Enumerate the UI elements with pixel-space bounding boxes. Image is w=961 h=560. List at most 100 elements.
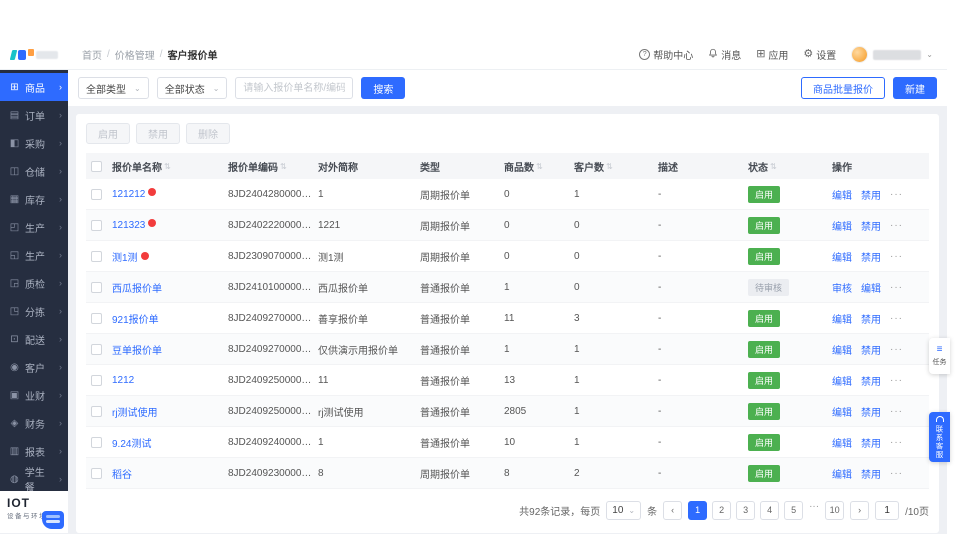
sidebar-item-business-finance[interactable]: ▣ 业财 › bbox=[0, 381, 68, 409]
page-button-3[interactable]: 3 bbox=[736, 500, 756, 520]
sort-icon[interactable]: ⇅ bbox=[770, 162, 777, 171]
create-button[interactable]: 新建 bbox=[893, 77, 937, 99]
edit-action-link[interactable]: 编辑 bbox=[832, 218, 852, 233]
sidebar-item-goods[interactable]: ⊞ 商品 › bbox=[0, 73, 68, 101]
disable-button[interactable]: 禁用 bbox=[136, 123, 180, 144]
more-actions-icon[interactable]: ··· bbox=[890, 313, 903, 324]
more-actions-icon[interactable]: ··· bbox=[890, 375, 903, 386]
page-button-2[interactable]: 2 bbox=[712, 500, 732, 520]
more-actions-icon[interactable]: ··· bbox=[890, 282, 903, 293]
row-checkbox[interactable] bbox=[90, 436, 102, 448]
row-checkbox[interactable] bbox=[90, 219, 102, 231]
row-checkbox[interactable] bbox=[90, 343, 102, 355]
sidebar-item-orders[interactable]: ▤ 订单 › bbox=[0, 101, 68, 129]
edit-action-link[interactable]: 编辑 bbox=[832, 342, 852, 357]
disable-action-link[interactable]: 禁用 bbox=[861, 373, 881, 388]
sort-icon[interactable]: ⇅ bbox=[536, 162, 543, 171]
more-actions-icon[interactable]: ··· bbox=[890, 344, 903, 355]
messages-link[interactable]: 消息 bbox=[708, 47, 741, 62]
column-header[interactable]: 操作 bbox=[832, 159, 852, 174]
row-checkbox[interactable] bbox=[90, 405, 102, 417]
column-header[interactable]: 客户数 bbox=[574, 159, 604, 174]
edit-action-link[interactable]: 编辑 bbox=[832, 466, 852, 481]
row-checkbox[interactable] bbox=[90, 467, 102, 479]
sidebar-item-inventory[interactable]: ▦ 库存 › bbox=[0, 185, 68, 213]
sort-icon[interactable]: ⇅ bbox=[606, 162, 613, 171]
status-filter-select[interactable]: 全部状态 ⌄ bbox=[156, 77, 228, 99]
sidebar-item-production[interactable]: ◰ 生产 › bbox=[0, 213, 68, 241]
contact-service-float-button[interactable]: 联系客服 bbox=[929, 412, 950, 462]
row-checkbox[interactable] bbox=[90, 281, 102, 293]
sidebar-item-delivery[interactable]: ⊡ 配送 › bbox=[0, 325, 68, 353]
edit-action-link[interactable]: 编辑 bbox=[832, 373, 852, 388]
quotation-name-link[interactable]: 西瓜报价单 bbox=[112, 284, 162, 295]
more-actions-icon[interactable]: ··· bbox=[890, 468, 903, 479]
disable-action-link[interactable]: 禁用 bbox=[861, 466, 881, 481]
quotation-name-link[interactable]: 1212 bbox=[112, 375, 134, 386]
more-actions-icon[interactable]: ··· bbox=[890, 220, 903, 231]
breadcrumb-section[interactable]: 价格管理 bbox=[115, 47, 155, 62]
disable-action-link[interactable]: 禁用 bbox=[861, 435, 881, 450]
more-actions-icon[interactable]: ··· bbox=[890, 251, 903, 262]
sidebar-item-sorting[interactable]: ◳ 分拣 › bbox=[0, 297, 68, 325]
user-menu[interactable]: ⌄ bbox=[851, 46, 933, 63]
quotation-name-link[interactable]: 121323 bbox=[112, 220, 145, 231]
column-header[interactable]: 商品数 bbox=[504, 159, 534, 174]
disable-action-link[interactable]: 禁用 bbox=[861, 311, 881, 326]
search-input[interactable] bbox=[235, 77, 354, 99]
apps-link[interactable]: ⊞ 应用 bbox=[756, 47, 788, 63]
batch-quote-button[interactable]: 商品批量报价 bbox=[801, 77, 885, 99]
sidebar-item-finance[interactable]: ◈ 财务 › bbox=[0, 409, 68, 437]
edit-action-link[interactable]: 编辑 bbox=[861, 280, 881, 295]
edit-action-link[interactable]: 编辑 bbox=[832, 187, 852, 202]
column-header[interactable]: 类型 bbox=[420, 159, 440, 174]
select-all-checkbox[interactable] bbox=[90, 160, 102, 172]
task-float-button[interactable]: ≡ 任务 bbox=[929, 338, 950, 374]
edit-action-link[interactable]: 编辑 bbox=[832, 311, 852, 326]
column-header[interactable]: 描述 bbox=[658, 159, 678, 174]
row-checkbox[interactable] bbox=[90, 188, 102, 200]
sort-icon[interactable]: ⇅ bbox=[164, 162, 171, 171]
help-center-link[interactable]: ? 帮助中心 bbox=[639, 47, 693, 62]
sidebar-item-warehouse[interactable]: ◫ 仓储 › bbox=[0, 157, 68, 185]
sidebar-item-quality[interactable]: ◲ 质检 › bbox=[0, 269, 68, 297]
page-button-4[interactable]: 4 bbox=[760, 500, 780, 520]
quotation-name-link[interactable]: 测1测 bbox=[112, 253, 138, 264]
page-button-5[interactable]: 5 bbox=[784, 500, 804, 520]
disable-action-link[interactable]: 禁用 bbox=[861, 404, 881, 419]
quotation-name-link[interactable]: 豆单报价单 bbox=[112, 346, 162, 357]
more-actions-icon[interactable]: ··· bbox=[890, 437, 903, 448]
column-header[interactable]: 报价单名称 bbox=[112, 159, 162, 174]
quotation-name-link[interactable]: 9.24测试 bbox=[112, 439, 151, 450]
edit-action-link[interactable]: 编辑 bbox=[832, 435, 852, 450]
search-button[interactable]: 搜索 bbox=[361, 77, 406, 99]
disable-action-link[interactable]: 禁用 bbox=[861, 187, 881, 202]
breadcrumb-home[interactable]: 首页 bbox=[82, 47, 102, 62]
page-jump-input[interactable] bbox=[875, 500, 900, 520]
quotation-name-link[interactable]: rj测试使用 bbox=[112, 408, 158, 419]
disable-action-link[interactable]: 禁用 bbox=[861, 342, 881, 357]
edit-action-link[interactable]: 编辑 bbox=[832, 404, 852, 419]
disable-action-link[interactable]: 禁用 bbox=[861, 218, 881, 233]
sidebar-item-customer[interactable]: ◉ 客户 › bbox=[0, 353, 68, 381]
column-header[interactable]: 报价单编码 bbox=[228, 159, 278, 174]
row-checkbox[interactable] bbox=[90, 374, 102, 386]
prev-page-button[interactable]: ‹ bbox=[663, 500, 683, 520]
approve-action-link[interactable]: 审核 bbox=[832, 280, 852, 295]
next-page-button[interactable]: › bbox=[850, 500, 870, 520]
page-size-select[interactable]: 10 ⌄ bbox=[606, 500, 642, 520]
page-button-10[interactable]: 10 bbox=[825, 500, 845, 520]
sidebar-item-production[interactable]: ◱ 生产 › bbox=[0, 241, 68, 269]
column-header[interactable]: 状态 bbox=[748, 159, 768, 174]
sidebar-item-report[interactable]: ▥ 报表 › bbox=[0, 437, 68, 465]
row-checkbox[interactable] bbox=[90, 312, 102, 324]
edit-action-link[interactable]: 编辑 bbox=[832, 249, 852, 264]
column-header[interactable]: 对外简称 bbox=[318, 159, 358, 174]
quotation-name-link[interactable]: 稻谷 bbox=[112, 470, 132, 481]
row-checkbox[interactable] bbox=[90, 250, 102, 262]
quotation-name-link[interactable]: 121212 bbox=[112, 189, 145, 200]
quotation-name-link[interactable]: 921报价单 bbox=[112, 315, 159, 326]
page-button-1[interactable]: 1 bbox=[688, 500, 708, 520]
sidebar-item-purchase[interactable]: ◧ 采购 › bbox=[0, 129, 68, 157]
more-actions-icon[interactable]: ··· bbox=[890, 406, 903, 417]
